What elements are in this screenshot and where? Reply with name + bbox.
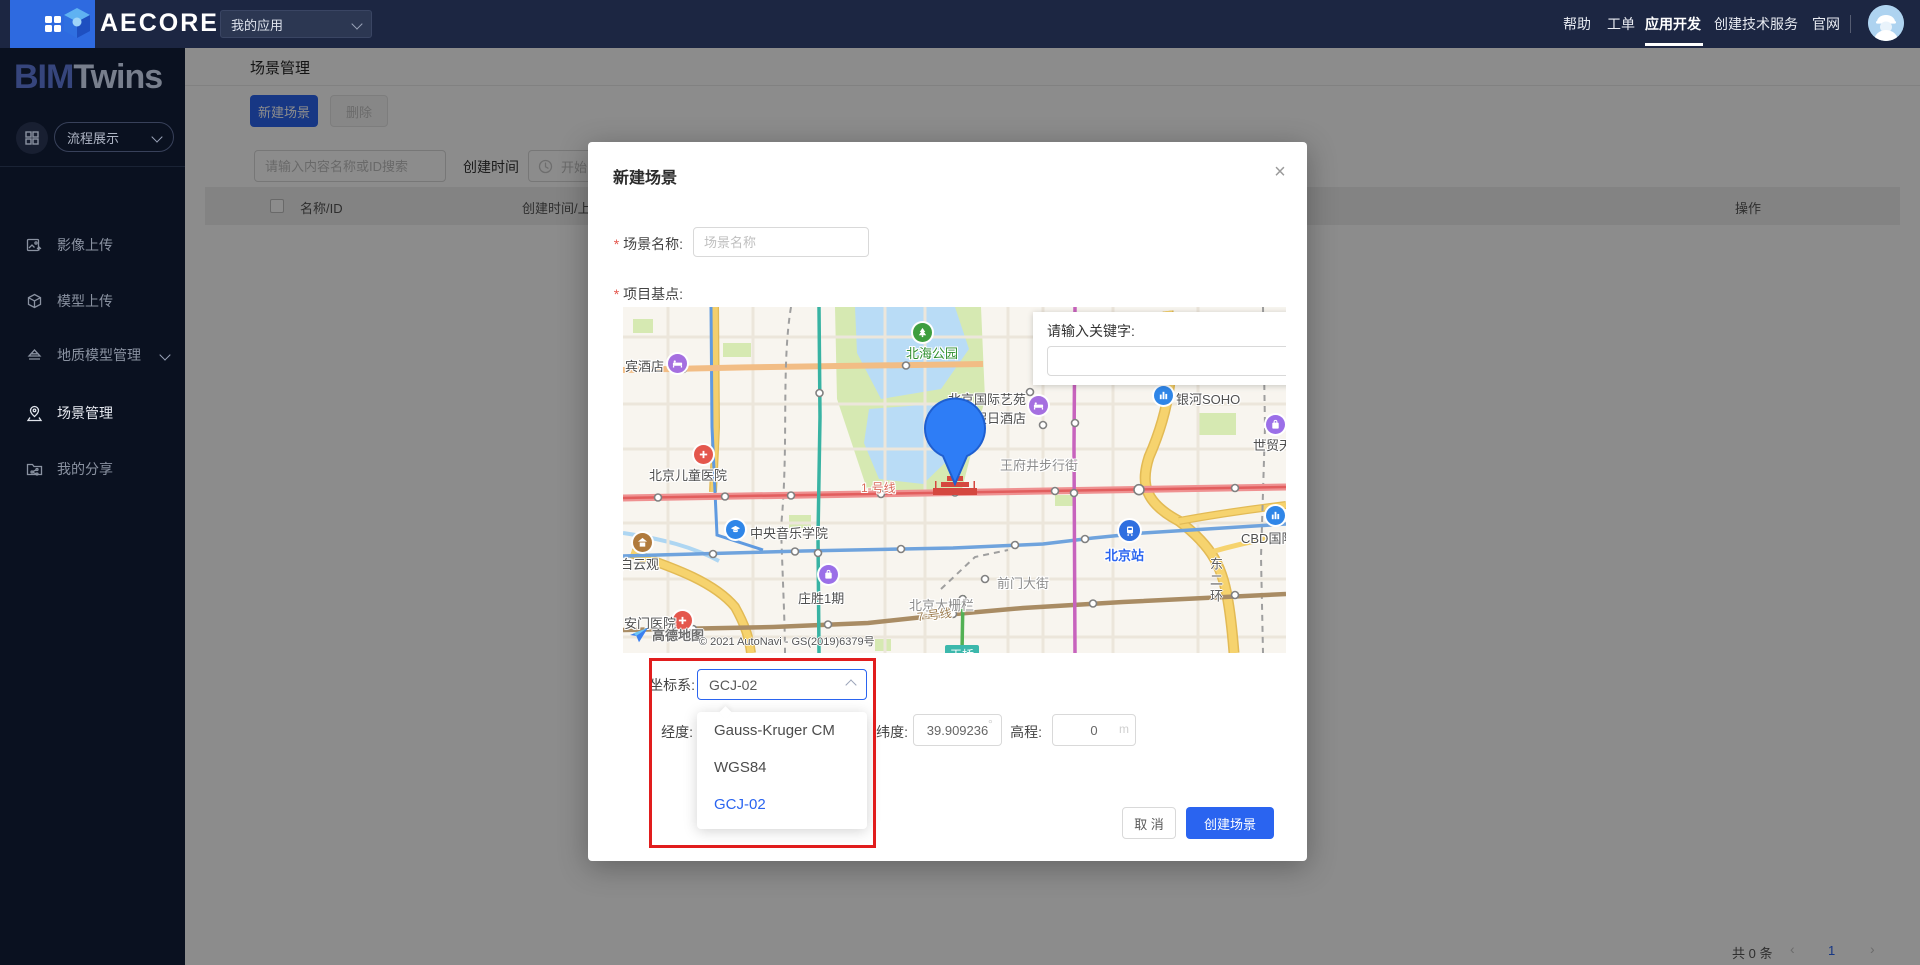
chevron-down-icon xyxy=(351,18,362,29)
sidebar-item-label: 场景管理 xyxy=(57,403,113,423)
active-menu-underline xyxy=(1645,43,1703,46)
sidebar-item-label: 模型上传 xyxy=(57,291,113,311)
chevron-down-icon xyxy=(159,349,170,360)
top-menu-official-site[interactable]: 官网 xyxy=(1812,0,1840,48)
poi-label-baiyunguan: 白云观 xyxy=(623,554,659,573)
coord-system-label: 坐标系: xyxy=(618,675,695,695)
top-menu-help[interactable]: 帮助 xyxy=(1563,0,1591,48)
temple-icon xyxy=(633,533,652,552)
degree-unit: ° xyxy=(988,717,993,731)
sidebar-item-model-upload[interactable]: 模型上传 xyxy=(0,281,185,321)
sidebar-item-geology-model[interactable]: 地质模型管理 xyxy=(0,335,185,375)
hospital-icon xyxy=(694,445,713,464)
layout-grid-button[interactable] xyxy=(16,122,48,154)
poi-label-shimao: 世贸天 xyxy=(1253,435,1286,454)
poi-label-beijing-station: 北京站 xyxy=(1105,545,1144,564)
amap-logo: 高德地图 xyxy=(628,625,704,644)
top-bar: AECORE 我的应用 帮助 工单 应用开发 创建技术服务 官网 xyxy=(0,0,1920,48)
poi-label-children-hospital: 北京儿童医院 xyxy=(649,465,727,484)
cancel-button[interactable]: 取 消 xyxy=(1122,807,1176,839)
image-upload-icon xyxy=(26,237,43,254)
sidebar-item-label: 影像上传 xyxy=(57,235,113,255)
altitude-label: 高程: xyxy=(1002,722,1042,742)
coord-system-select[interactable]: GCJ-02 xyxy=(697,669,867,700)
keyword-label: 请输入关键字: xyxy=(1047,321,1135,341)
park-icon xyxy=(913,323,932,342)
location-pin-marker[interactable] xyxy=(922,392,988,492)
poi-label-tianqiao-station: 天桥 xyxy=(945,645,979,653)
dropdown-option-gcj02[interactable]: GCJ-02 xyxy=(697,786,867,823)
dropdown-option-wgs84[interactable]: WGS84 xyxy=(697,749,867,786)
brand-name: AECORE xyxy=(100,9,219,38)
sidebar-item-scene-management[interactable]: 场景管理 xyxy=(0,393,185,433)
building-icon xyxy=(1266,506,1285,525)
amap-plane-icon xyxy=(628,626,650,644)
poi-label-beihai-park: 北海公园 xyxy=(906,343,958,362)
map-canvas[interactable]: 北海公园 宾酒店 北京儿童医院 中央音乐学院 白云观 安门医院 庄胜1期 北京大… xyxy=(623,307,1286,653)
app-switcher-value: 我的应用 xyxy=(231,15,283,34)
sidebar-item-label: 我的分享 xyxy=(57,459,113,479)
coord-system-dropdown: Gauss-Kruger CM WGS84 GCJ-02 xyxy=(697,712,867,829)
meter-unit: m xyxy=(1119,722,1129,736)
scene-name-label: 场景名称: xyxy=(606,234,683,254)
map-pin-icon xyxy=(26,405,43,422)
school-icon xyxy=(726,520,745,539)
keyword-input[interactable] xyxy=(1047,346,1286,376)
scene-name-input[interactable] xyxy=(693,227,869,257)
hotel-icon xyxy=(668,354,687,373)
poi-label-galaxy-soho: 银河SOHO xyxy=(1176,389,1240,408)
divider xyxy=(1850,15,1851,33)
top-menu-tech-service[interactable]: 创建技术服务 xyxy=(1714,0,1798,48)
grid-icon xyxy=(24,130,40,146)
bimtwins-logo: BIMTwins xyxy=(14,58,162,97)
map-keyword-panel: 请输入关键字: xyxy=(1033,312,1286,385)
hotel-icon xyxy=(1029,396,1048,415)
layers-icon xyxy=(26,347,43,364)
close-icon[interactable]: × xyxy=(1264,156,1296,188)
shopping-icon xyxy=(1266,415,1285,434)
share-icon xyxy=(26,461,43,478)
flow-mode-select[interactable]: 流程展示 xyxy=(54,122,174,152)
dropdown-option-gauss-kruger[interactable]: Gauss-Kruger CM xyxy=(697,712,867,749)
brand-logo: AECORE xyxy=(62,7,219,39)
coord-system-value: GCJ-02 xyxy=(709,677,757,693)
chevron-down-icon xyxy=(151,131,162,142)
building-icon xyxy=(1154,386,1173,405)
chevron-up-icon xyxy=(845,679,856,690)
ring-road-label: 东二环 xyxy=(1206,557,1225,605)
new-scene-modal: 新建场景 × 场景名称: 项目基点: xyxy=(588,142,1307,861)
train-station-icon xyxy=(1119,520,1140,541)
longitude-label: 经度: xyxy=(643,722,693,742)
poi-label-qianmen-street: 前门大街 xyxy=(997,573,1049,592)
amap-logo-text: 高德地图 xyxy=(652,625,704,644)
top-menu-app-dev[interactable]: 应用开发 xyxy=(1645,0,1701,48)
app-switcher-select[interactable]: 我的应用 xyxy=(220,10,372,38)
sidebar-item-image-upload[interactable]: 影像上传 xyxy=(0,225,185,265)
sidebar-item-label: 地质模型管理 xyxy=(57,345,141,365)
divider xyxy=(0,166,185,167)
aecore-cube-icon xyxy=(62,7,92,39)
user-avatar[interactable] xyxy=(1868,5,1904,41)
logo-bim: BIM xyxy=(14,58,73,96)
shopping-icon xyxy=(819,565,838,584)
cube-upload-icon xyxy=(26,293,43,310)
base-point-label: 项目基点: xyxy=(606,284,683,304)
modal-title: 新建场景 xyxy=(613,164,677,188)
poi-label-wangfujing: 王府井步行街 xyxy=(1000,455,1078,474)
top-menu-workorder[interactable]: 工单 xyxy=(1607,0,1635,48)
sidebar: BIMTwins 流程展示 影像上传 xyxy=(0,48,185,965)
flow-mode-value: 流程展示 xyxy=(67,128,119,147)
metro-line1-label: 1-号线 xyxy=(861,479,896,496)
map-attribution: © 2021 AutoNavi - GS(2019)6379号 xyxy=(699,633,875,649)
logo-twins: Twins xyxy=(73,58,162,96)
poi-label-zhuangsheng: 庄胜1期 xyxy=(798,588,844,607)
poi-label-music-conservatory: 中央音乐学院 xyxy=(750,523,828,542)
helmet-user-icon xyxy=(1868,5,1904,41)
poi-label-hotel: 宾酒店 xyxy=(625,356,664,375)
sidebar-item-my-shares[interactable]: 我的分享 xyxy=(0,449,185,489)
apps-grid-icon xyxy=(43,14,63,34)
poi-label-cbd: CBD国际 xyxy=(1241,528,1286,547)
create-scene-button[interactable]: 创建场景 xyxy=(1186,807,1274,839)
